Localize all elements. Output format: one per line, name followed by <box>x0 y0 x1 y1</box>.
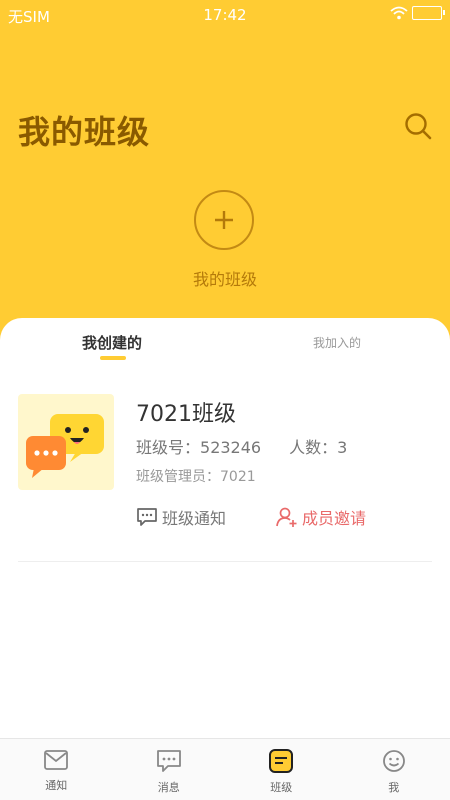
create-class-button[interactable] <box>194 190 254 250</box>
chat-bubbles-icon <box>26 414 104 478</box>
header: 我的班级 我的班级 <box>0 30 450 340</box>
member-count: 人数：3 <box>289 438 348 457</box>
create-class-label: 我的班级 <box>192 270 257 289</box>
envelope-icon <box>44 750 69 770</box>
nav-item-notice[interactable]: 通知 <box>0 739 113 800</box>
nav-item-me[interactable]: 我 <box>338 739 450 800</box>
class-admin: 班级管理员：7021 <box>136 469 256 485</box>
class-avatar <box>18 394 114 490</box>
nav-item-messages[interactable]: 消息 <box>113 739 226 800</box>
nav-label-messages: 消息 <box>157 781 180 794</box>
search-icon <box>405 113 432 140</box>
nav-label-notice: 通知 <box>45 779 68 792</box>
class-notice-label: 班级通知 <box>162 509 227 528</box>
plus-icon <box>215 211 233 229</box>
active-tab-indicator <box>100 356 126 360</box>
invite-member-label: 成员邀请 <box>302 509 367 528</box>
chat-icon <box>156 750 181 772</box>
invite-member-button[interactable]: 成员邀请 <box>276 505 366 529</box>
add-user-icon <box>276 507 297 527</box>
class-number: 班级号：523246 <box>136 438 262 457</box>
tab-joined[interactable]: 我加入的 <box>313 334 361 351</box>
smiley-icon <box>382 750 405 772</box>
class-meta: 班级号：523246 人数：3 <box>136 434 347 458</box>
nav-label-class: 班级 <box>270 781 293 794</box>
wifi-icon <box>390 6 408 20</box>
nav-item-class[interactable]: 班级 <box>225 739 338 800</box>
class-icon <box>269 749 294 773</box>
class-name: 7021班级 <box>136 402 236 427</box>
bottom-nav: 通知 消息 班级 我 <box>0 738 450 800</box>
battery-icon <box>412 6 445 20</box>
class-card[interactable]: 7021班级 班级号：523246 人数：3 班级管理员：7021 班级通知 成… <box>18 390 432 562</box>
search-button[interactable] <box>402 110 434 142</box>
class-list-panel: 我创建的 我加入的 7021班级 班级号：523246 人数：3 班级管理员：7… <box>0 318 450 738</box>
status-icons <box>390 6 445 20</box>
page-title: 我的班级 <box>18 113 151 151</box>
message-square-icon <box>137 508 157 526</box>
class-notice-button[interactable]: 班级通知 <box>136 505 226 529</box>
clock: 17:42 <box>203 6 247 24</box>
status-bar: 无SIM 17:42 <box>0 0 450 30</box>
tab-created[interactable]: 我创建的 <box>82 332 142 353</box>
nav-label-me: 我 <box>388 781 400 794</box>
